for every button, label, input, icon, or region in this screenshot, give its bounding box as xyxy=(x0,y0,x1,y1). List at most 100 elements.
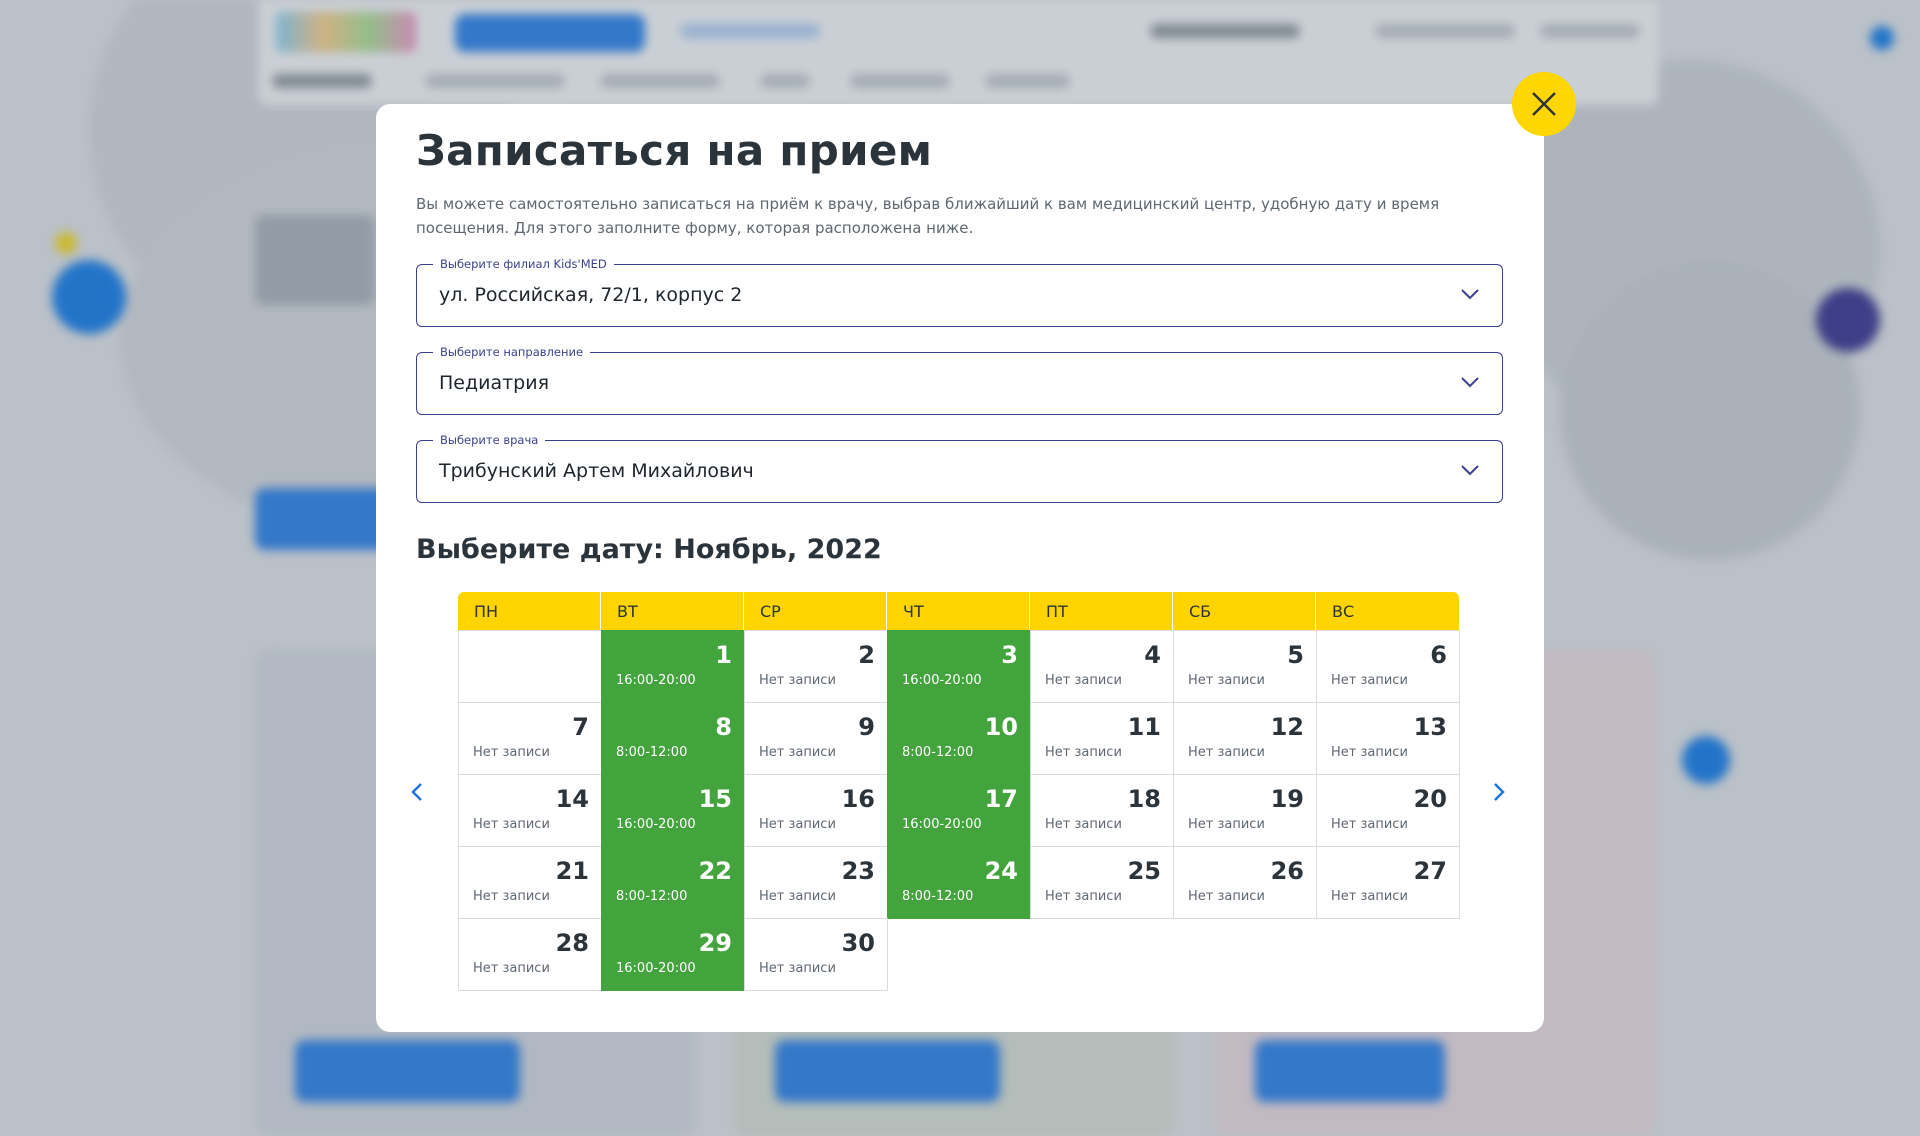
calendar-empty-cell xyxy=(458,630,602,703)
time-slot: 16:00-20:00 xyxy=(902,673,982,688)
no-appointment-label: Нет записи xyxy=(1331,745,1408,760)
calendar-day-available[interactable]: 1 16:00-20:00 xyxy=(601,630,745,703)
no-appointment-label: Нет записи xyxy=(1331,673,1408,688)
no-appointment-label: Нет записи xyxy=(759,817,836,832)
time-slot: 8:00-12:00 xyxy=(902,889,974,904)
no-appointment-label: Нет записи xyxy=(1045,745,1122,760)
calendar: ПН ВТ СР ЧТ ПТ СБ ВС 1 16:00-20:00 2 Нет записи 3 1… xyxy=(458,592,1460,991)
calendar-day-available[interactable]: 3 16:00-20:00 xyxy=(887,630,1031,703)
day-number: 4 xyxy=(1144,641,1161,669)
calendar-day: 16 Нет записи xyxy=(744,774,888,847)
day-number: 11 xyxy=(1127,713,1161,741)
calendar-day: 12 Нет записи xyxy=(1173,702,1317,775)
day-number: 26 xyxy=(1270,857,1304,885)
calendar-day: 5 Нет записи xyxy=(1173,630,1317,703)
day-number: 30 xyxy=(841,929,875,957)
calendar-day: 30 Нет записи xyxy=(744,918,888,991)
calendar-day-available[interactable]: 29 16:00-20:00 xyxy=(601,918,745,991)
calendar-day: 4 Нет записи xyxy=(1030,630,1174,703)
day-number: 8 xyxy=(715,713,732,741)
weekday-label: ВС xyxy=(1316,592,1459,632)
chevron-left-icon[interactable] xyxy=(406,780,430,804)
chevron-down-icon xyxy=(1461,289,1479,300)
no-appointment-label: Нет записи xyxy=(473,745,550,760)
calendar-day-available[interactable]: 8 8:00-12:00 xyxy=(601,702,745,775)
day-number: 27 xyxy=(1413,857,1447,885)
close-button[interactable] xyxy=(1512,72,1576,136)
day-number: 1 xyxy=(715,641,732,669)
time-slot: 8:00-12:00 xyxy=(902,745,974,760)
calendar-day: 19 Нет записи xyxy=(1173,774,1317,847)
modal-title: Записаться на прием xyxy=(416,126,933,175)
day-number: 6 xyxy=(1430,641,1447,669)
day-number: 29 xyxy=(698,929,732,957)
time-slot: 16:00-20:00 xyxy=(616,673,696,688)
calendar-day-available[interactable]: 24 8:00-12:00 xyxy=(887,846,1031,919)
day-number: 2 xyxy=(858,641,875,669)
day-number: 15 xyxy=(698,785,732,813)
day-number: 25 xyxy=(1127,857,1161,885)
no-appointment-label: Нет записи xyxy=(473,889,550,904)
calendar-day: 13 Нет записи xyxy=(1316,702,1460,775)
calendar-day: 23 Нет записи xyxy=(744,846,888,919)
time-slot: 16:00-20:00 xyxy=(902,817,982,832)
doctor-select-value: Трибунский Артем Михайлович xyxy=(439,460,754,482)
no-appointment-label: Нет записи xyxy=(759,673,836,688)
time-slot: 8:00-12:00 xyxy=(616,745,688,760)
no-appointment-label: Нет записи xyxy=(759,745,836,760)
doctor-select[interactable]: Выберите врача Трибунский Артем Михайлов… xyxy=(416,432,1503,503)
day-number: 7 xyxy=(572,713,589,741)
day-number: 24 xyxy=(984,857,1018,885)
no-appointment-label: Нет записи xyxy=(1188,889,1265,904)
day-number: 22 xyxy=(698,857,732,885)
calendar-weekday-header: ПН ВТ СР ЧТ ПТ СБ ВС xyxy=(458,592,1459,632)
calendar-day: 2 Нет записи xyxy=(744,630,888,703)
weekday-label: ПТ xyxy=(1030,592,1173,632)
no-appointment-label: Нет записи xyxy=(1331,817,1408,832)
day-number: 5 xyxy=(1287,641,1304,669)
calendar-day: 11 Нет записи xyxy=(1030,702,1174,775)
time-slot: 16:00-20:00 xyxy=(616,961,696,976)
no-appointment-label: Нет записи xyxy=(473,961,550,976)
day-number: 12 xyxy=(1270,713,1304,741)
calendar-day: 14 Нет записи xyxy=(458,774,602,847)
calendar-day-available[interactable]: 22 8:00-12:00 xyxy=(601,846,745,919)
weekday-label: ВТ xyxy=(601,592,744,632)
calendar-day-available[interactable]: 15 16:00-20:00 xyxy=(601,774,745,847)
no-appointment-label: Нет записи xyxy=(759,889,836,904)
day-number: 18 xyxy=(1127,785,1161,813)
chevron-down-icon xyxy=(1461,377,1479,388)
close-icon xyxy=(1532,92,1556,116)
day-number: 20 xyxy=(1413,785,1447,813)
branch-select-value: ул. Российская, 72/1, корпус 2 xyxy=(439,284,743,306)
direction-select[interactable]: Выберите направление Педиатрия xyxy=(416,344,1503,415)
calendar-grid: 1 16:00-20:00 2 Нет записи 3 16:00-20:00 4 Нет … xyxy=(458,630,1460,991)
day-number: 23 xyxy=(841,857,875,885)
day-number: 28 xyxy=(555,929,589,957)
branch-select[interactable]: Выберите филиал Kids'MED ул. Российская,… xyxy=(416,256,1503,327)
day-number: 17 xyxy=(984,785,1018,813)
calendar-day: 28 Нет записи xyxy=(458,918,602,991)
modal-description: Вы можете самостоятельно записаться на п… xyxy=(416,195,1440,237)
calendar-day: 25 Нет записи xyxy=(1030,846,1174,919)
no-appointment-label: Нет записи xyxy=(1188,817,1265,832)
day-number: 3 xyxy=(1001,641,1018,669)
time-slot: 8:00-12:00 xyxy=(616,889,688,904)
no-appointment-label: Нет записи xyxy=(1188,745,1265,760)
no-appointment-label: Нет записи xyxy=(1045,673,1122,688)
calendar-day: 9 Нет записи xyxy=(744,702,888,775)
chevron-right-icon[interactable] xyxy=(1486,780,1510,804)
no-appointment-label: Нет записи xyxy=(759,961,836,976)
day-number: 16 xyxy=(841,785,875,813)
chevron-down-icon xyxy=(1461,465,1479,476)
calendar-day: 21 Нет записи xyxy=(458,846,602,919)
calendar-day-available[interactable]: 17 16:00-20:00 xyxy=(887,774,1031,847)
weekday-label: ЧТ xyxy=(887,592,1030,632)
day-number: 19 xyxy=(1270,785,1304,813)
calendar-day: 27 Нет записи xyxy=(1316,846,1460,919)
calendar-day-available[interactable]: 10 8:00-12:00 xyxy=(887,702,1031,775)
weekday-label: СБ xyxy=(1173,592,1316,632)
date-heading: Выберите дату: Ноябрь, 2022 xyxy=(416,534,882,565)
no-appointment-label: Нет записи xyxy=(1045,889,1122,904)
day-number: 14 xyxy=(555,785,589,813)
